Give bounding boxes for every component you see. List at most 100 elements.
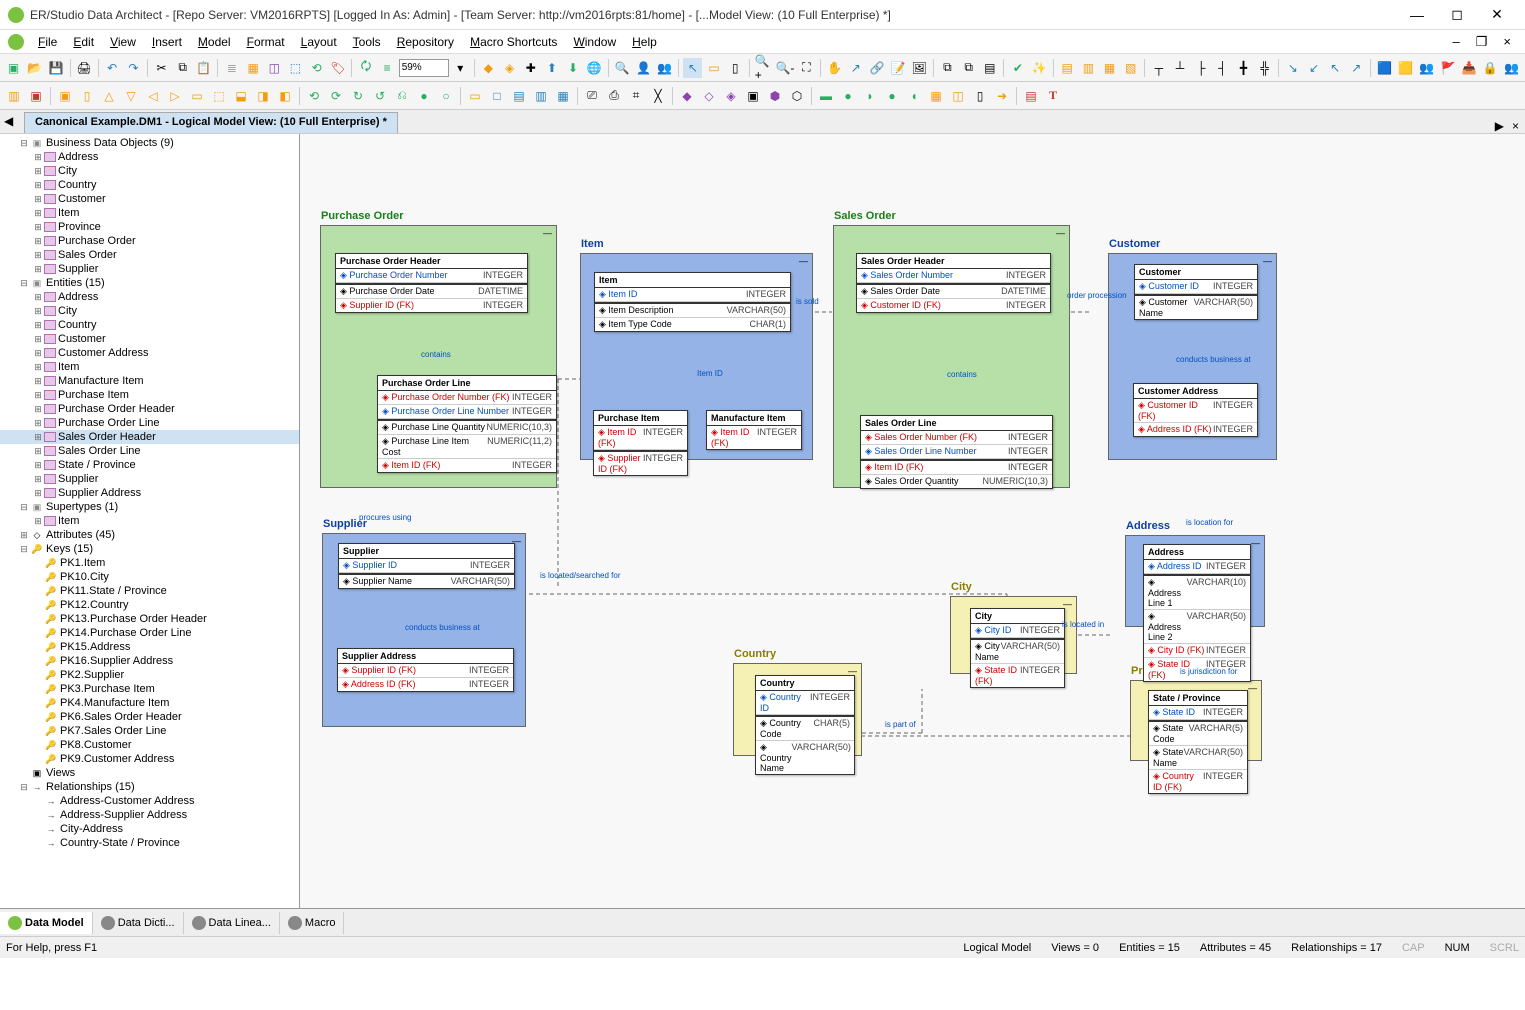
entity-sales-order-header[interactable]: Sales Order Header◈ Sales Order NumberIN… xyxy=(856,253,1051,313)
user-icon[interactable]: 👤 xyxy=(634,58,653,78)
tb2-40-icon[interactable]: ◖ xyxy=(904,86,924,106)
tb2-10-icon[interactable]: ⬚ xyxy=(209,86,229,106)
zoom-in-icon[interactable]: 🔍+ xyxy=(754,58,773,78)
menu-model[interactable]: Model xyxy=(190,32,239,52)
compare-icon[interactable]: ◫ xyxy=(265,58,284,78)
entity-purchase-item[interactable]: Purchase Item◈ Item ID (FK)INTEGER◈ Supp… xyxy=(593,410,688,476)
tb2-16-icon[interactable]: ↻ xyxy=(348,86,368,106)
menu-tools[interactable]: Tools xyxy=(345,32,389,52)
new-icon[interactable]: ▣ xyxy=(4,58,23,78)
tree-item[interactable]: ⊟▣Business Data Objects (9) xyxy=(0,136,299,150)
tree-item[interactable]: ⊞Sales Order Line xyxy=(0,444,299,458)
stack-icon[interactable]: ◈ xyxy=(500,58,519,78)
tb2-25-icon[interactable]: ▦ xyxy=(553,86,573,106)
tb2-37-icon[interactable]: ● xyxy=(838,86,858,106)
tab-nav-right[interactable]: ▶ xyxy=(1495,119,1504,133)
tb2-24-icon[interactable]: ▥ xyxy=(531,86,551,106)
redo-icon[interactable]: ↷ xyxy=(124,58,143,78)
lock-icon[interactable]: 🔒 xyxy=(1481,58,1500,78)
layer-icon[interactable]: ◆ xyxy=(479,58,498,78)
entity-supplier[interactable]: Supplier◈ Supplier IDINTEGER◈ Supplier N… xyxy=(338,543,515,589)
tab-close[interactable]: × xyxy=(1512,119,1519,133)
save-icon[interactable]: 💾 xyxy=(46,58,65,78)
inbox-icon[interactable]: 📥 xyxy=(1460,58,1479,78)
hand-icon[interactable]: ✋ xyxy=(825,58,844,78)
tb2-33-icon[interactable]: ▣ xyxy=(743,86,763,106)
region-minimize-icon[interactable]: — xyxy=(543,228,552,238)
team-icon[interactable]: 👥 xyxy=(655,58,674,78)
tb2-7-icon[interactable]: ◁ xyxy=(143,86,163,106)
tree-item[interactable]: 🔑PK8.Customer xyxy=(0,738,299,752)
tree-item[interactable]: ⊞Customer xyxy=(0,192,299,206)
tree-item[interactable]: ⊞Address xyxy=(0,150,299,164)
menu-format[interactable]: Format xyxy=(239,32,293,52)
sync-icon[interactable]: ⟲ xyxy=(307,58,326,78)
region-minimize-icon[interactable]: — xyxy=(1263,256,1272,266)
tree-item[interactable]: ⊞Sales Order Header xyxy=(0,430,299,444)
tree-item[interactable]: ⊞Customer xyxy=(0,332,299,346)
tb2-44-icon[interactable]: ➜ xyxy=(992,86,1012,106)
tb2-11-icon[interactable]: ⬓ xyxy=(231,86,251,106)
tb2-18-icon[interactable]: ⎌ xyxy=(392,86,412,106)
entity-customer[interactable]: Customer◈ Customer IDINTEGER◈ Customer N… xyxy=(1134,264,1258,320)
link-icon[interactable]: 🔗 xyxy=(867,58,886,78)
tree-item[interactable]: ⊞Supplier xyxy=(0,262,299,276)
tree1-icon[interactable]: ┬ xyxy=(1149,58,1168,78)
region-minimize-icon[interactable]: — xyxy=(799,256,808,266)
tree-item[interactable]: 🔑PK13.Purchase Order Header xyxy=(0,612,299,626)
menu-macro-shortcuts[interactable]: Macro Shortcuts xyxy=(462,32,565,52)
region-minimize-icon[interactable]: — xyxy=(1251,538,1260,548)
tree-item[interactable]: 🔑PK11.State / Province xyxy=(0,584,299,598)
group-icon[interactable]: 👥 xyxy=(1502,58,1521,78)
tree-item[interactable]: ⊞Item xyxy=(0,206,299,220)
document-tab[interactable]: Canonical Example.DM1 - Logical Model Vi… xyxy=(24,112,398,133)
copy-icon[interactable]: ⧉ xyxy=(173,58,192,78)
tb2-5-icon[interactable]: △ xyxy=(99,86,119,106)
tb2-27-icon[interactable]: ⎙ xyxy=(604,86,624,106)
align4-icon[interactable]: ▧ xyxy=(1121,58,1140,78)
tb2-text-icon[interactable]: T xyxy=(1043,86,1063,106)
tree-item[interactable]: 🔑PK9.Customer Address xyxy=(0,752,299,766)
menu-view[interactable]: View xyxy=(102,32,144,52)
zoom-out-icon[interactable]: 🔍- xyxy=(775,58,795,78)
report-icon[interactable]: ▦ xyxy=(244,58,263,78)
tb2-17-icon[interactable]: ↺ xyxy=(370,86,390,106)
tree-item[interactable]: ⊞Sales Order xyxy=(0,248,299,262)
tb2-14-icon[interactable]: ⟲ xyxy=(304,86,324,106)
model-tree[interactable]: ⊟▣Business Data Objects (9)⊞Address⊞City… xyxy=(0,134,300,908)
note-icon[interactable]: 📝 xyxy=(889,58,908,78)
tb2-20-icon[interactable]: ○ xyxy=(436,86,456,106)
tree-item[interactable]: 🔑PK7.Sales Order Line xyxy=(0,724,299,738)
flag-icon[interactable]: 🚩 xyxy=(1438,58,1457,78)
entity-purchase-order-header[interactable]: Purchase Order Header◈ Purchase Order Nu… xyxy=(335,253,528,313)
plus-icon[interactable]: ✚ xyxy=(521,58,540,78)
tree-item[interactable]: →City-Address xyxy=(0,822,299,836)
refresh-icon[interactable]: 🗘 xyxy=(356,58,375,78)
tree-item[interactable]: ⊞Country xyxy=(0,178,299,192)
entity-customer-address[interactable]: Customer Address◈ Customer ID (FK)INTEGE… xyxy=(1133,383,1258,437)
rel3-icon[interactable]: ↖ xyxy=(1326,58,1345,78)
menu-file[interactable]: File xyxy=(30,32,65,52)
menu-layout[interactable]: Layout xyxy=(293,32,345,52)
tree-item[interactable]: ⊞Purchase Item xyxy=(0,388,299,402)
db-connect-icon[interactable]: ≡ xyxy=(378,58,397,78)
tb2-31-icon[interactable]: ◇ xyxy=(699,86,719,106)
tree3-icon[interactable]: ├ xyxy=(1192,58,1211,78)
menu-edit[interactable]: Edit xyxy=(65,32,102,52)
tree-item[interactable]: ▣Views xyxy=(0,766,299,780)
copy4-icon[interactable]: ▤ xyxy=(980,58,999,78)
panel-tab-macro[interactable]: Macro xyxy=(280,912,345,934)
tb2-15-icon[interactable]: ⟳ xyxy=(326,86,346,106)
align1-icon[interactable]: ▤ xyxy=(1058,58,1077,78)
tree4-icon[interactable]: ┤ xyxy=(1213,58,1232,78)
tb2-22-icon[interactable]: □ xyxy=(487,86,507,106)
close-button[interactable]: ✕ xyxy=(1477,1,1517,29)
tree-item[interactable]: 🔑PK15.Address xyxy=(0,640,299,654)
tree-item[interactable]: ⊟▣Supertypes (1) xyxy=(0,500,299,514)
tab-nav-left[interactable]: ◀ xyxy=(4,114,13,128)
tree-item[interactable]: ⊞City xyxy=(0,164,299,178)
tb2-30-icon[interactable]: ◆ xyxy=(677,86,697,106)
panel-tab-data-dicti---[interactable]: Data Dicti... xyxy=(93,912,184,934)
tb2-3-icon[interactable]: ▣ xyxy=(55,86,75,106)
tree-item[interactable]: ⊞City xyxy=(0,304,299,318)
